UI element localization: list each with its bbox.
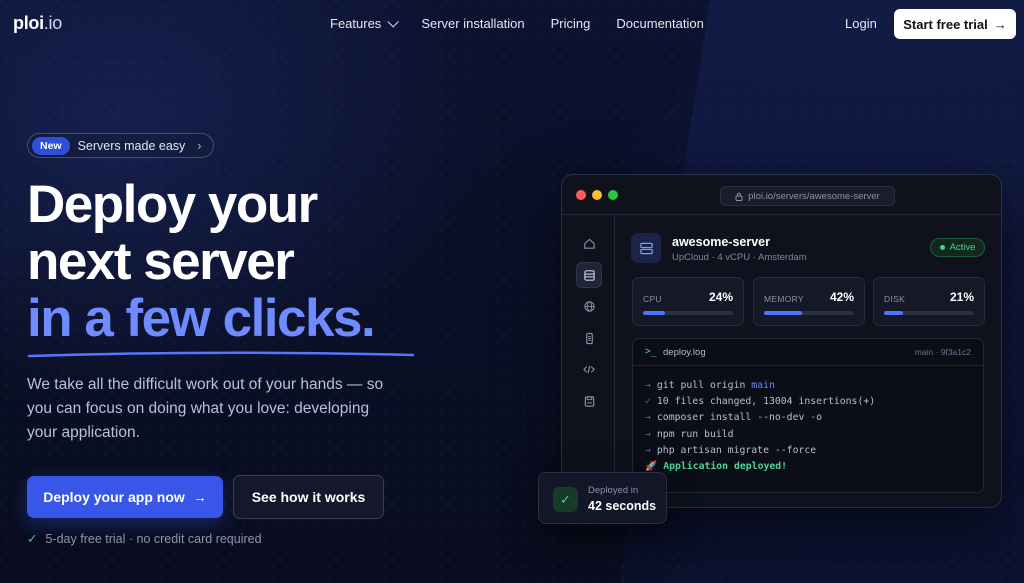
log-text: composer install --no-dev -o [656,412,823,424]
log-line: → git pull origin main [645,378,875,394]
log-text: npm run build [656,428,734,440]
log-branch: main · 9f3a1c2 [914,347,971,357]
log-filename: deploy.log [663,347,706,358]
stat-bar-fill [884,311,903,315]
logo-tld: .io [43,13,62,33]
log-prefix: ✓ [645,396,651,408]
arrow-right-icon: → [192,489,207,505]
deploy-app-button[interactable]: Deploy your app now → [27,476,223,518]
see-how-it-works-button[interactable]: See how it works [233,475,384,519]
stat-bar [884,311,974,315]
log-text: git pull origin [656,380,752,391]
url-bar: ploi.io/servers/awesome-server [720,186,895,206]
app-sidebar [562,216,615,507]
maximize-dot [608,190,618,200]
nav-links: Features Server installation Pricing Doc… [330,15,704,31]
globe-icon[interactable] [576,293,602,319]
database-icon[interactable] [576,325,602,351]
terminal-icon: >_ [645,346,657,357]
check-icon: ✓ [553,487,578,512]
stat-value: 21% [949,290,974,304]
deployed-toast: ✓ Deployed in 42 seconds [538,472,667,524]
login-link[interactable]: Login [845,16,877,31]
nav-features[interactable]: Features [330,15,400,31]
server-name[interactable]: awesome-server [672,235,770,249]
new-pill: New [32,136,70,155]
backup-icon[interactable] [576,388,602,414]
trial-note: ✓ 5-day free trial · no credit card requ… [27,531,262,547]
stat-bar [643,311,733,315]
nav-server-installation[interactable]: Server installation [421,16,524,31]
log-prefix: → [645,380,651,391]
stat-disk: DISK 21% [873,277,985,326]
log-lines: → git pull origin main ✓ 10 files changed,… [645,378,875,475]
stat-bar [764,311,854,315]
home-icon[interactable] [576,230,602,256]
status-text: Active [949,242,976,253]
hero-title-line2: next server [27,232,295,291]
stat-label: DISK [884,294,906,304]
start-free-trial-button[interactable]: Start free trial → [894,9,1016,39]
status-badge: Active [930,238,985,257]
nav-pricing[interactable]: Pricing [551,16,591,31]
deploy-log: >_ deploy.log main · 9f3a1c2 → git pull o… [632,338,984,493]
log-line: ✓ 10 files changed, 13004 insertions(+) [645,394,875,410]
minimize-dot [592,190,602,200]
hero-title-accent: in a few clicks. [27,289,376,348]
lock-icon [735,192,743,201]
stat-cpu: CPU 24% [632,277,744,326]
log-line: → php artisan migrate --force [645,443,875,459]
announcement-badge[interactable]: New Servers made easy › [27,133,214,158]
hero-title: Deploy your next server in a few clicks. [27,176,487,347]
stat-value: 24% [708,290,733,304]
server-icon [631,233,661,263]
stat-label: CPU [643,294,662,304]
chevron-down-icon [387,15,400,28]
log-prefix: → [645,444,651,456]
deploy-app-label: Deploy your app now [43,489,185,505]
trial-note-text: 5-day free trial · no credit card requir… [45,531,262,546]
log-text: 10 files changed, 13004 insertions(+) [656,396,876,408]
log-line: 🚀 Application deployed! [645,459,875,475]
title-underline [27,351,415,358]
deployed-time: 42 seconds [588,499,657,513]
code-icon[interactable] [576,356,602,382]
log-line: → composer install --no-dev -o [645,410,875,426]
log-prefix: → [645,428,651,440]
app-preview-window: ploi.io/servers/awesome-server awesome-s… [561,174,1002,508]
status-dot [939,245,945,250]
check-icon: ✓ [27,532,38,546]
log-line: → npm run build [645,427,875,443]
logo-main: ploi [13,13,44,33]
start-free-trial-label: Start free trial [903,16,988,32]
chevron-right-icon: › [197,138,202,153]
stat-value: 42% [829,290,854,304]
deployed-label: Deployed in [588,485,639,496]
nav-documentation[interactable]: Documentation [616,16,703,31]
log-text: php artisan migrate --force [656,444,817,456]
hero-title-line1: Deploy your [27,175,318,234]
log-header: >_ deploy.log main · 9f3a1c2 [633,339,983,366]
log-keyword: main [751,380,775,391]
server-details: UpCloud · 4 vCPU · Amsterdam [672,252,807,263]
nav-features-label: Features [330,16,382,31]
top-nav: ploi.io Features Server installation Pri… [0,0,1024,48]
rocket-icon: 🚀 [645,461,658,473]
stat-bar-fill [764,311,802,315]
arrow-right-icon: → [993,16,1007,32]
close-dot [576,190,586,200]
log-prefix: → [645,412,651,424]
badge-text: Servers made easy [77,138,186,153]
stat-memory: MEMORY 42% [753,277,865,326]
window-titlebar: ploi.io/servers/awesome-server [562,175,1001,215]
url-text: ploi.io/servers/awesome-server [748,190,880,202]
server-panel: awesome-server UpCloud · 4 vCPU · Amster… [616,216,1001,507]
stat-bar-fill [643,311,665,315]
log-success-text: Application deployed! [663,461,788,473]
servers-icon[interactable] [576,262,602,288]
logo[interactable]: ploi.io [13,13,62,34]
hero-description: We take all the difficult work out of yo… [27,376,384,441]
stat-label: MEMORY [764,294,804,304]
